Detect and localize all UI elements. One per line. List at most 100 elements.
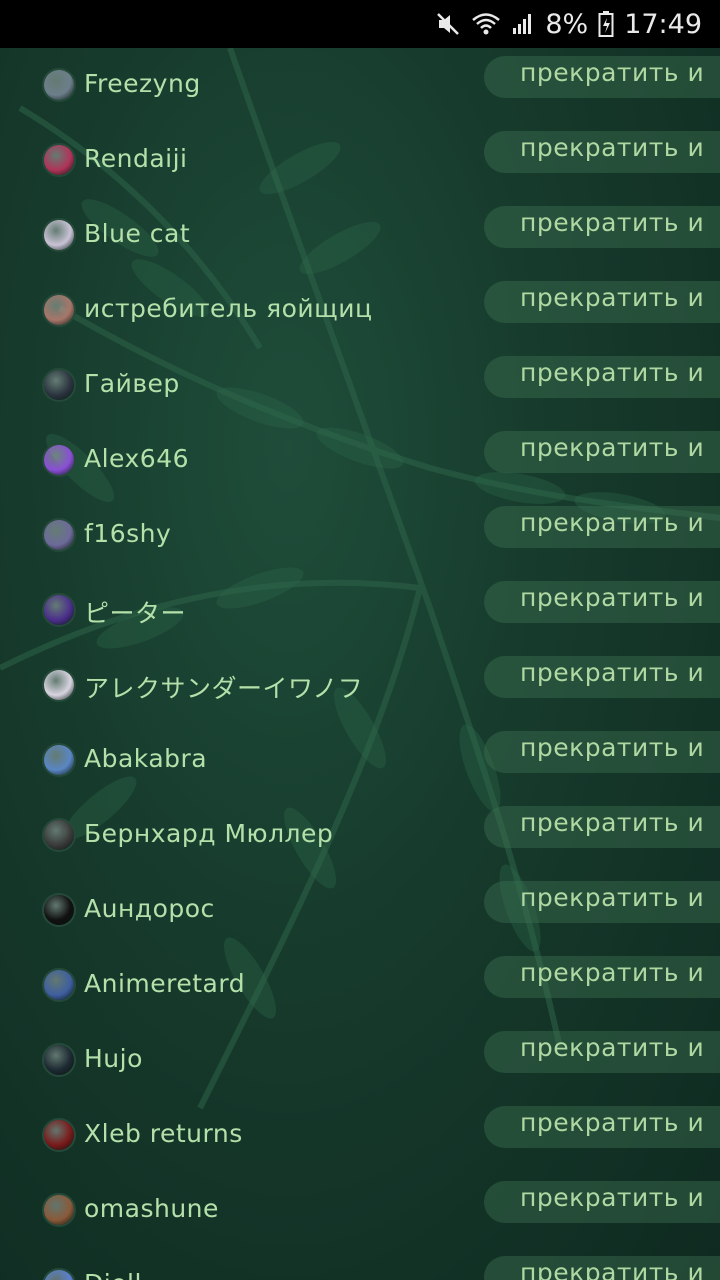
- user-avatar[interactable]: [42, 143, 76, 177]
- stop-following-button[interactable]: прекратить и: [484, 1181, 720, 1223]
- avatar-image: [44, 1195, 74, 1225]
- avatar-image: [44, 145, 74, 175]
- username-label[interactable]: Xleb returns: [84, 1119, 243, 1148]
- avatar-image: [44, 70, 74, 100]
- avatar-image: [44, 370, 74, 400]
- user-avatar[interactable]: [42, 743, 76, 777]
- user-avatar[interactable]: [42, 68, 76, 102]
- user-avatar[interactable]: [42, 893, 76, 927]
- signal-icon: [511, 12, 535, 36]
- stop-following-button[interactable]: прекратить и: [484, 1256, 720, 1280]
- username-label[interactable]: Blue cat: [84, 219, 190, 248]
- stop-following-label: прекратить и: [520, 1183, 705, 1212]
- user-row: Бернхард Мюллер прекратить и: [0, 798, 720, 873]
- battery-percent: 8%: [545, 8, 589, 40]
- stop-following-label: прекратить и: [520, 808, 705, 837]
- user-avatar[interactable]: [42, 518, 76, 552]
- avatar-image: [44, 745, 74, 775]
- stop-following-button[interactable]: прекратить и: [484, 431, 720, 473]
- user-avatar[interactable]: [42, 818, 76, 852]
- username-label[interactable]: Abakabra: [84, 744, 207, 773]
- user-row: Abakabra прекратить и: [0, 723, 720, 798]
- status-bar: 8% 17:49: [0, 0, 720, 48]
- user-row: f16shy прекратить и: [0, 498, 720, 573]
- avatar-image: [44, 595, 74, 625]
- stop-following-label: прекратить и: [520, 1258, 705, 1280]
- username-label[interactable]: Dioll: [84, 1269, 142, 1280]
- wifi-icon: [471, 11, 501, 37]
- username-label[interactable]: Гайвер: [84, 369, 180, 398]
- avatar-image: [44, 1120, 74, 1150]
- user-row: Гайвер прекратить и: [0, 348, 720, 423]
- avatar-image: [44, 1045, 74, 1075]
- user-avatar[interactable]: [42, 668, 76, 702]
- username-label[interactable]: omashune: [84, 1194, 219, 1223]
- avatar-image: [44, 520, 74, 550]
- user-row: Hujo прекратить и: [0, 1023, 720, 1098]
- avatar-image: [44, 670, 74, 700]
- user-row: Freezyng прекратить и: [0, 48, 720, 123]
- stop-following-label: прекратить и: [520, 58, 705, 87]
- user-avatar[interactable]: [42, 443, 76, 477]
- username-label[interactable]: Animeretard: [84, 969, 245, 998]
- username-label[interactable]: Alex646: [84, 444, 189, 473]
- user-row: omashune прекратить и: [0, 1173, 720, 1248]
- stop-following-label: прекратить и: [520, 133, 705, 162]
- stop-following-label: прекратить и: [520, 1033, 705, 1062]
- username-label[interactable]: Freezyng: [84, 69, 201, 98]
- avatar-image: [44, 220, 74, 250]
- stop-following-button[interactable]: прекратить и: [484, 1031, 720, 1073]
- stop-following-label: прекратить и: [520, 958, 705, 987]
- avatar-image: [44, 895, 74, 925]
- username-label[interactable]: Rendaiji: [84, 144, 188, 173]
- stop-following-button[interactable]: прекратить и: [484, 956, 720, 998]
- stop-following-label: прекратить и: [520, 208, 705, 237]
- avatar-image: [44, 445, 74, 475]
- stop-following-button[interactable]: прекратить и: [484, 1106, 720, 1148]
- user-avatar[interactable]: [42, 1118, 76, 1152]
- avatar-image: [44, 295, 74, 325]
- user-avatar[interactable]: [42, 1193, 76, 1227]
- stop-following-label: прекратить и: [520, 433, 705, 462]
- username-label[interactable]: f16shy: [84, 519, 171, 548]
- stop-following-label: прекратить и: [520, 883, 705, 912]
- username-label[interactable]: アレクサンダーイワノフ: [84, 669, 363, 705]
- stop-following-button[interactable]: прекратить и: [484, 281, 720, 323]
- user-avatar[interactable]: [42, 218, 76, 252]
- stop-following-label: прекратить и: [520, 283, 705, 312]
- user-row: Alex646 прекратить и: [0, 423, 720, 498]
- user-avatar[interactable]: [42, 593, 76, 627]
- avatar-image: [44, 1270, 74, 1280]
- stop-following-button[interactable]: прекратить и: [484, 731, 720, 773]
- clock-time: 17:49: [624, 8, 702, 40]
- username-label[interactable]: Бернхард Мюллер: [84, 819, 333, 848]
- mute-icon: [435, 11, 461, 37]
- stop-following-label: прекратить и: [520, 358, 705, 387]
- stop-following-button[interactable]: прекратить и: [484, 131, 720, 173]
- stop-following-button[interactable]: прекратить и: [484, 56, 720, 98]
- stop-following-button[interactable]: прекратить и: [484, 806, 720, 848]
- user-avatar[interactable]: [42, 1268, 76, 1280]
- stop-following-label: прекратить и: [520, 583, 705, 612]
- stop-following-button[interactable]: прекратить и: [484, 356, 720, 398]
- stop-following-button[interactable]: прекратить и: [484, 506, 720, 548]
- username-label[interactable]: Аuндорос: [84, 894, 215, 923]
- username-label[interactable]: истребитель яойщиц: [84, 294, 372, 323]
- avatar-image: [44, 820, 74, 850]
- username-label[interactable]: Hujo: [84, 1044, 143, 1073]
- user-avatar[interactable]: [42, 968, 76, 1002]
- avatar-image: [44, 970, 74, 1000]
- stop-following-label: прекратить и: [520, 1108, 705, 1137]
- user-avatar[interactable]: [42, 293, 76, 327]
- username-label[interactable]: ピーター: [84, 594, 186, 630]
- stop-following-button[interactable]: прекратить и: [484, 206, 720, 248]
- user-avatar[interactable]: [42, 1043, 76, 1077]
- user-row: Rendaiji прекратить и: [0, 123, 720, 198]
- user-row: Xleb returns прекратить и: [0, 1098, 720, 1173]
- user-row: Blue cat прекратить и: [0, 198, 720, 273]
- stop-following-button[interactable]: прекратить и: [484, 881, 720, 923]
- user-row: истребитель яойщиц прекратить и: [0, 273, 720, 348]
- user-avatar[interactable]: [42, 368, 76, 402]
- stop-following-button[interactable]: прекратить и: [484, 656, 720, 698]
- stop-following-button[interactable]: прекратить и: [484, 581, 720, 623]
